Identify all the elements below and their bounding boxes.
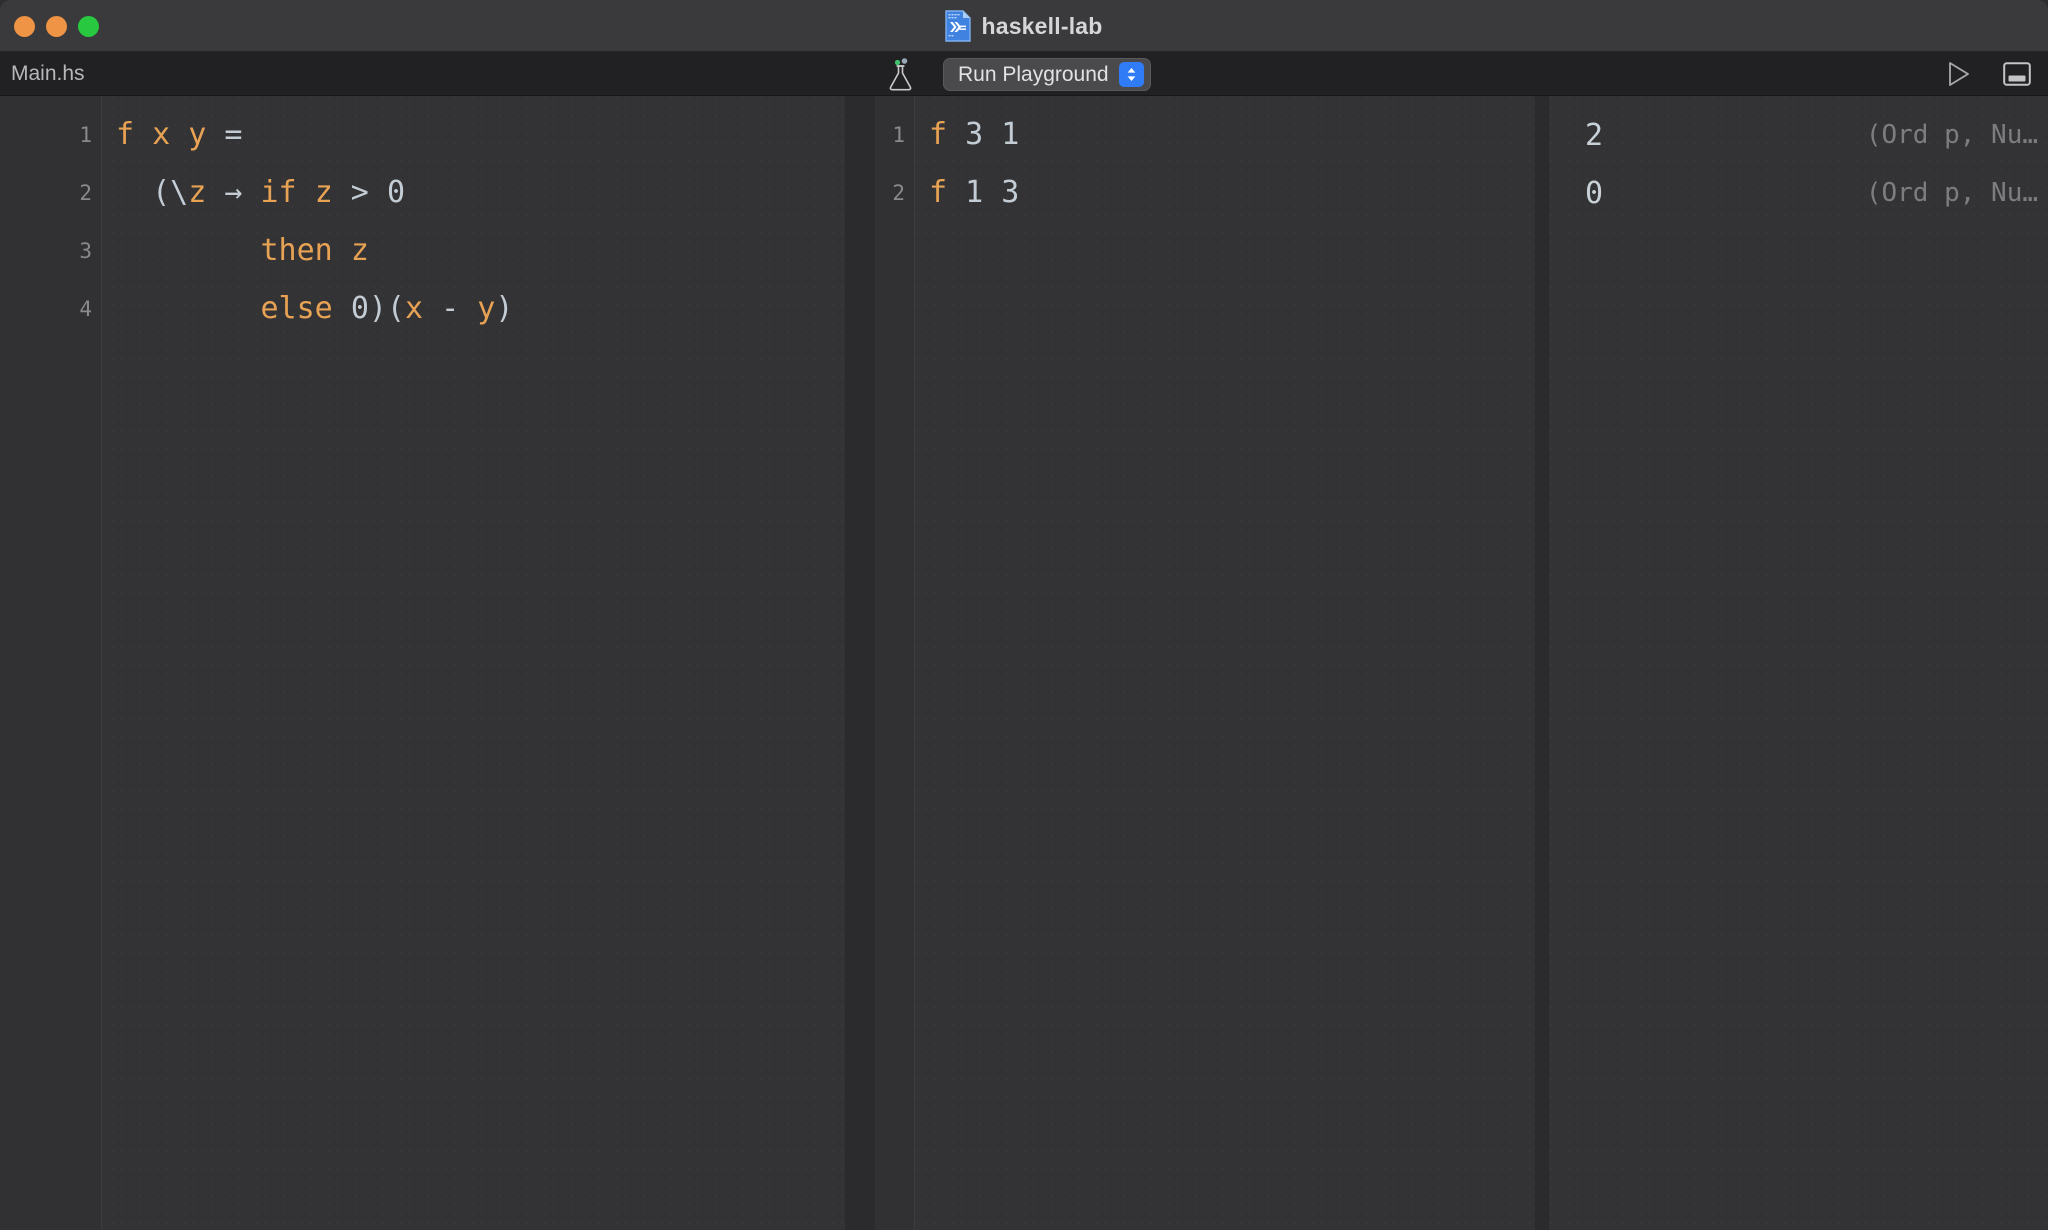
- source-editor-pane[interactable]: 1234 f x y = (\z → if z > 0 then z else …: [0, 96, 845, 1230]
- results-list: 2 (Ord p, Nu… 0 (Ord p, Nu…: [1549, 96, 2048, 1230]
- editor-code-area[interactable]: f x y = (\z → if z > 0 then z else 0)(x …: [102, 96, 845, 1230]
- result-row: 2 (Ord p, Nu…: [1549, 106, 2048, 164]
- line-number: 1: [79, 123, 92, 147]
- code-token: else: [260, 291, 333, 326]
- code-token: 0: [386, 175, 405, 210]
- code-token: 0: [350, 291, 369, 326]
- run-mode-popup-button[interactable]: Run Playground: [943, 58, 1151, 91]
- code-token: 3: [965, 117, 984, 152]
- code-token: 1: [1001, 117, 1020, 152]
- code-token: f: [929, 175, 948, 210]
- playground-input-pane[interactable]: 12 f 3 1f 1 3: [875, 96, 1535, 1230]
- code-token: >: [332, 175, 387, 210]
- zoom-button[interactable]: [78, 15, 99, 37]
- code-token: f: [116, 117, 135, 152]
- playground-code-area[interactable]: f 3 1f 1 3: [915, 96, 1535, 1230]
- code-token: 1: [965, 175, 984, 210]
- code-line: (\z → if z > 0: [102, 164, 845, 222]
- traffic-light-group: [14, 0, 99, 52]
- result-type-annotation: (Ord p, Nu…: [1865, 120, 2038, 150]
- code-token: then: [260, 233, 333, 268]
- title-bar: haskell-lab: [0, 0, 2048, 52]
- code-token: f: [929, 117, 948, 152]
- code-line: f x y =: [102, 106, 845, 164]
- code-line: f 1 3: [915, 164, 1535, 222]
- line-number: 2: [892, 181, 905, 205]
- code-line: then z: [102, 222, 845, 280]
- toolbar: Main.hs Run Playground: [0, 52, 2048, 96]
- code-token: 3: [1001, 175, 1020, 210]
- line-number: 2: [79, 181, 92, 205]
- result-value: 2: [1585, 117, 1604, 153]
- code-token: →: [206, 175, 261, 210]
- code-token: -: [423, 291, 478, 326]
- code-token: ): [495, 291, 514, 326]
- run-mode-label: Run Playground: [958, 62, 1109, 86]
- code-token: x: [405, 291, 424, 326]
- code-token: =: [224, 117, 243, 152]
- background-texture: [915, 96, 1535, 1230]
- flask-icon[interactable]: [880, 54, 922, 94]
- pane-divider-left[interactable]: [845, 96, 875, 1230]
- result-value: 0: [1585, 175, 1604, 211]
- code-token: z: [314, 175, 333, 210]
- playground-results-pane: 2 (Ord p, Nu… 0 (Ord p, Nu…: [1549, 96, 2048, 1230]
- pane-divider-right[interactable]: [1535, 96, 1549, 1230]
- code-token: if: [260, 175, 297, 210]
- window-title-group: haskell-lab: [0, 0, 2048, 52]
- line-number: 3: [79, 239, 92, 263]
- haskell-file-icon: [945, 10, 972, 42]
- code-token: x: [152, 117, 171, 152]
- code-token: z: [188, 175, 207, 210]
- background-texture: [1549, 96, 2048, 1230]
- code-token: )(: [368, 291, 405, 326]
- code-token: (\: [116, 175, 189, 210]
- playground-gutter: 12: [875, 96, 915, 1230]
- code-token: y: [477, 291, 496, 326]
- bottom-panel-toggle-icon[interactable]: [2000, 59, 2034, 89]
- chevron-up-down-icon: [1118, 62, 1144, 87]
- line-number: 4: [79, 297, 92, 321]
- toolbar-right-group: [1942, 52, 2034, 96]
- code-line: else 0)(x - y): [102, 280, 845, 338]
- play-triangle-icon[interactable]: [1942, 59, 1976, 89]
- close-button[interactable]: [14, 15, 35, 37]
- app-window: haskell-lab Main.hs Run Playground 1 2 3…: [0, 0, 2048, 1230]
- code-token: y: [188, 117, 207, 152]
- result-row: 0 (Ord p, Nu…: [1549, 164, 2048, 222]
- pane-container: 1234 f x y = (\z → if z > 0 then z else …: [0, 96, 2048, 1230]
- code-token: z: [350, 233, 369, 268]
- editor-gutter: 1 2 3 4: [0, 96, 102, 1230]
- line-number: 1: [892, 123, 905, 147]
- minimize-button[interactable]: [46, 15, 67, 37]
- result-type-annotation: (Ord p, Nu…: [1865, 178, 2038, 208]
- tab-main-hs[interactable]: Main.hs: [11, 62, 85, 86]
- code-line: f 3 1: [915, 106, 1535, 164]
- window-title: haskell-lab: [981, 12, 1103, 39]
